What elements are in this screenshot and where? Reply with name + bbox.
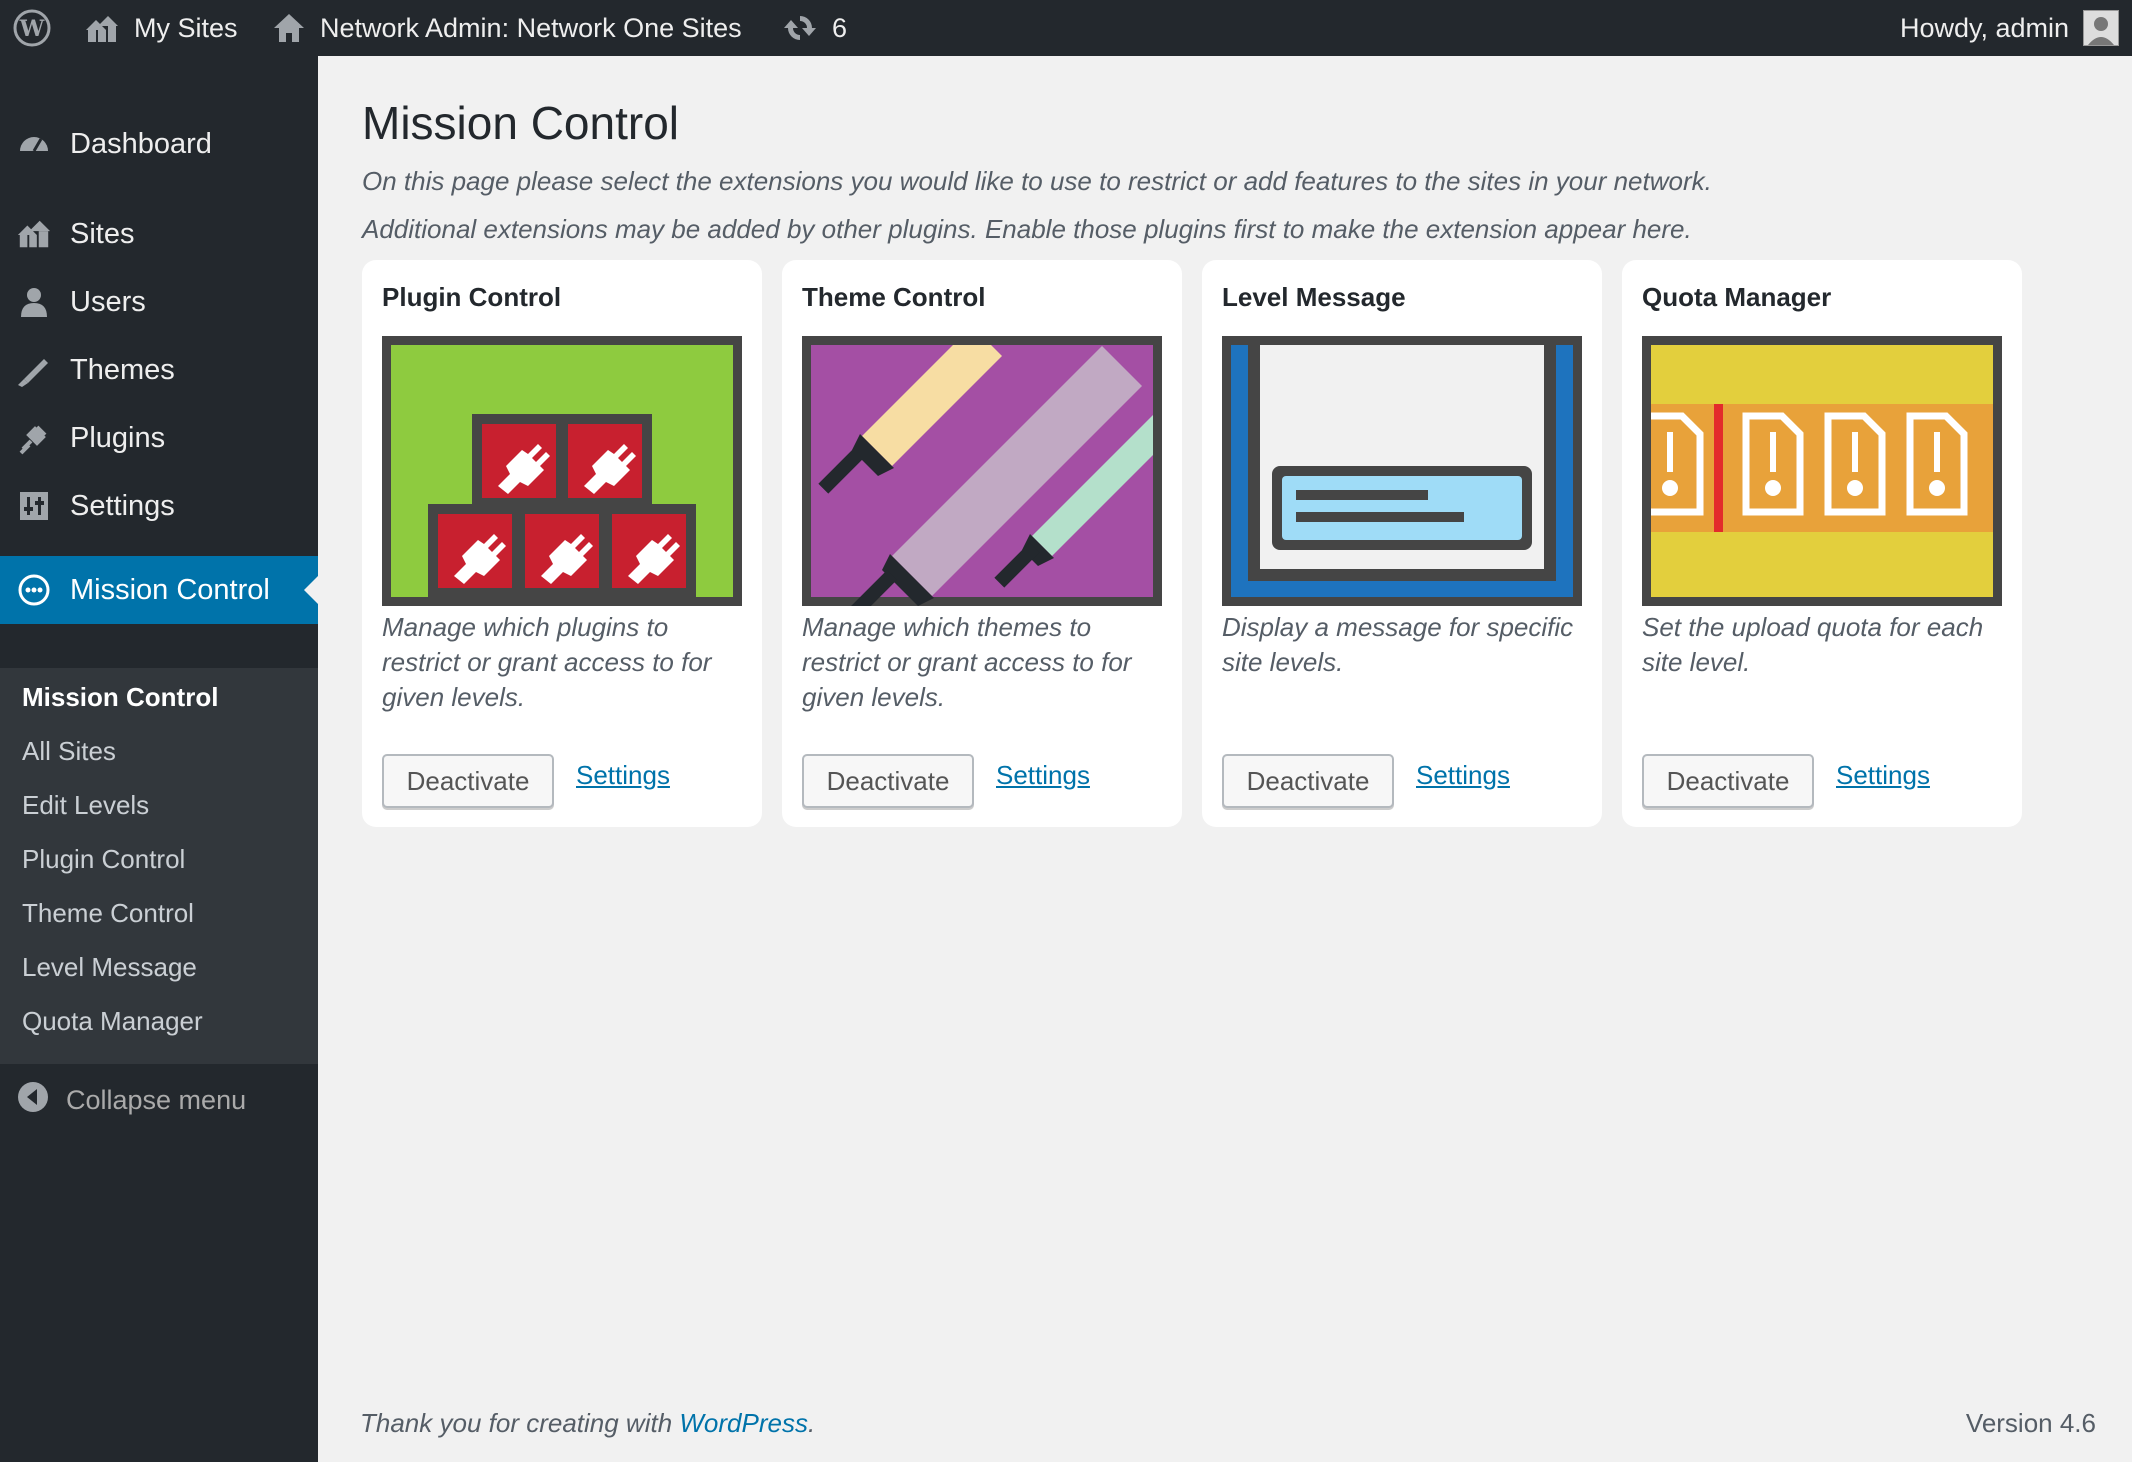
sidebar-item-themes[interactable]: Themes [0,340,318,400]
plugins-icon [16,420,52,456]
howdy-label: Howdy, admin [1900,12,2070,43]
my-sites-label: My Sites [134,12,238,43]
collapse-arrow-icon [16,1080,50,1121]
dashboard-icon [16,126,52,162]
submenu-item-plugin-control[interactable]: Plugin Control [22,844,185,875]
extension-card-quota-manager: Quota Manager Set the upload quota for e… [1622,260,2022,827]
card-description: Manage which plugins to restrict or gran… [382,612,712,712]
admin-bar: W My Sites Network Admin: Network One Si… [0,0,2132,56]
sidebar-item-plugins[interactable]: Plugins [0,408,318,468]
deactivate-button[interactable]: Deactivate [1222,754,1394,808]
settings-link[interactable]: Settings [1836,760,1930,791]
wordpress-link[interactable]: WordPress [679,1408,808,1438]
submenu-item-level-message[interactable]: Level Message [22,952,197,983]
updates-menu[interactable]: 6 [782,0,847,56]
deactivate-button[interactable]: Deactivate [1642,754,1814,808]
card-title: Level Message [1222,282,1406,312]
sidebar-item-label: Mission Control [70,573,270,606]
footer-version: Version 4.6 [1965,1408,2096,1438]
svg-text:W: W [19,16,45,42]
footer-thanks: Thank you for creating with WordPress. [360,1408,815,1439]
submenu-item-edit-levels[interactable]: Edit Levels [22,790,149,821]
card-description: Set the upload quota for each site level… [1642,612,1984,677]
sidebar-item-label: Settings [70,489,175,522]
deactivate-button[interactable]: Deactivate [802,754,974,808]
submenu-item-theme-control[interactable]: Theme Control [22,898,194,929]
sidebar-item-label: Themes [70,353,175,386]
page-description-2: Additional extensions may be added by ot… [362,214,1692,244]
sidebar-item-label: Users [70,285,146,318]
card-title: Quota Manager [1642,282,1832,312]
sidebar-item-mission-control[interactable]: Mission Control [0,556,318,624]
card-title: Plugin Control [382,282,562,312]
level-message-illustration [1222,336,1582,606]
sidebar-item-label: Sites [70,217,135,250]
collapse-menu-label: Collapse menu [66,1085,247,1115]
extension-card-plugin-control: Plugin Control Manage which plugins to r… [362,260,762,827]
updates-icon [782,10,818,46]
footer-thanks-prefix: Thank you for creating with [360,1408,680,1438]
account-menu[interactable]: Howdy, admin [1900,0,2120,56]
network-admin-menu[interactable]: Network Admin: Network One Sites [272,0,742,56]
page-description-1: On this page please select the extension… [362,166,1712,196]
mission-control-submenu: Mission Control All Sites Edit Levels Plugi… [0,668,318,1064]
extension-card-theme-control: Theme Control Manage which themes to res… [782,260,1182,827]
my-sites-icon [82,10,122,46]
mission-control-icon [16,572,52,608]
sidebar-item-dashboard[interactable]: Dashboard [0,114,318,174]
collapse-menu-button[interactable]: Collapse menu [16,1080,246,1121]
theme-control-illustration [802,336,1162,620]
sidebar-item-users[interactable]: Users [0,272,318,332]
sidebar-item-label: Dashboard [70,127,212,160]
avatar [2083,10,2120,46]
footer-thanks-suffix: . [807,1408,816,1438]
users-icon [16,284,52,320]
submenu-item-quota-manager[interactable]: Quota Manager [22,1006,203,1037]
deactivate-button[interactable]: Deactivate [382,754,554,808]
network-admin-label: Network Admin: Network One Sites [320,12,742,43]
plugin-control-illustration [382,336,742,606]
sidebar-item-label: Plugins [70,421,166,454]
themes-icon [16,352,52,388]
card-description: Display a message for specific site leve… [1222,612,1574,677]
admin-sidebar: Dashboard Sites Users Themes Plugins Settings… [0,56,318,1462]
card-title: Theme Control [802,282,986,312]
wordpress-logo-icon[interactable]: W [12,0,52,56]
card-description: Manage which themes to restrict or grant… [802,612,1132,712]
home-icon [272,11,306,45]
settings-link[interactable]: Settings [576,760,670,791]
settings-link[interactable]: Settings [996,760,1090,791]
submenu-item-mission-control[interactable]: Mission Control [22,682,218,713]
extension-card-level-message: Level Message Display a message for spec… [1202,260,1602,827]
quota-manager-illustration [1642,336,2002,606]
sidebar-item-settings[interactable]: Settings [0,476,318,536]
sidebar-item-sites[interactable]: Sites [0,204,318,264]
page-title: Mission Control [362,97,679,149]
sites-icon [16,216,52,252]
settings-link[interactable]: Settings [1416,760,1510,791]
settings-icon [16,488,52,524]
my-sites-menu[interactable]: My Sites [82,0,238,56]
submenu-item-all-sites[interactable]: All Sites [22,736,116,767]
updates-count: 6 [832,12,848,43]
